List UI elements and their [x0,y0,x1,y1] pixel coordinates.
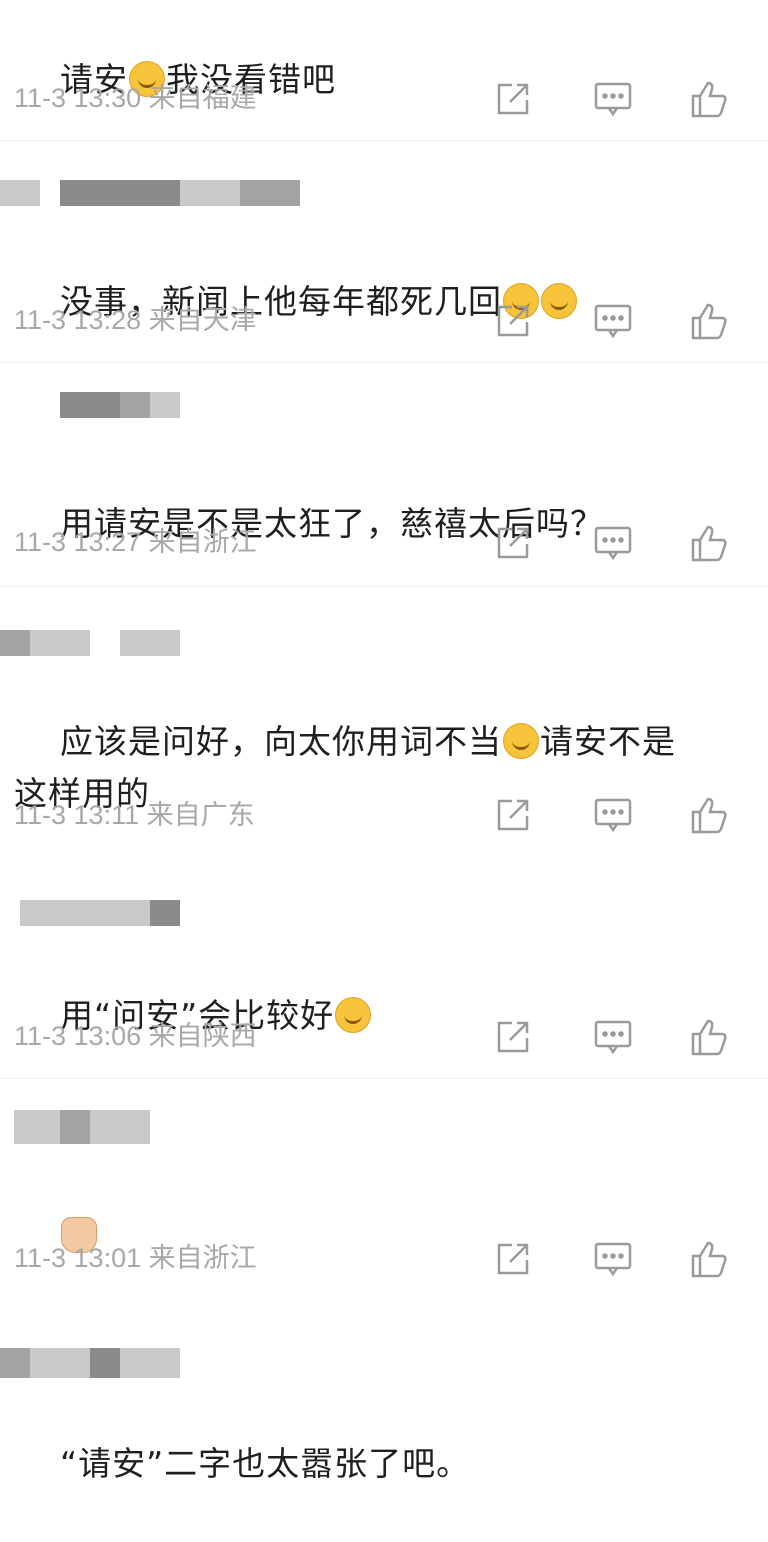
crying-face-emoji-icon [502,723,539,759]
comment-meta: 11-3 13:30 来自福建 [14,78,257,118]
blurred-username [0,180,300,206]
comment-meta: 11-3 13:06 来自陕西 [14,1016,257,1056]
comment-actions [300,792,727,842]
divider [0,140,768,141]
comment-actions [300,520,727,570]
thumbs-up-icon[interactable] [686,298,732,344]
comment-location: 来自福建 [148,83,257,113]
comment-icon[interactable] [590,520,636,566]
share-icon[interactable] [490,1236,536,1282]
comment-location: 来自浙江 [148,527,257,557]
comment-time: 11-3 13:01 [14,1243,142,1273]
comment-location: 来自陕西 [148,1021,257,1051]
comment-actions [300,76,727,126]
comment-icon[interactable] [590,792,636,838]
thumbs-up-icon[interactable] [686,792,732,838]
share-icon[interactable] [490,520,536,566]
blurred-username [0,1110,300,1144]
divider [0,362,768,363]
thumbs-up-icon[interactable] [686,76,732,122]
comment-actions [300,1014,727,1064]
divider [0,586,768,587]
comment-meta: 11-3 13:01 来自浙江 [14,1238,257,1278]
share-icon[interactable] [490,76,536,122]
comment-icon[interactable] [590,1236,636,1282]
comment-location: 来自广东 [146,800,255,830]
comment-text: “请安”二字也太嚣张了吧。 [14,1386,734,1542]
share-icon[interactable] [490,792,536,838]
comment-text-part: “请安”二字也太嚣张了吧。 [59,1444,471,1483]
share-icon[interactable] [490,298,536,344]
comment-location: 来自天津 [148,305,257,335]
blurred-username [0,900,300,926]
comment-text-part: 应该是问好，向太你用词不当 [59,722,502,761]
share-icon[interactable] [490,1014,536,1060]
comment-location: 来自浙江 [148,1243,257,1273]
thumbs-up-icon[interactable] [686,520,732,566]
comment-time: 11-3 13:27 [14,527,142,557]
comment-time: 11-3 13:28 [14,305,142,335]
comment-time: 11-3 13:30 [14,83,142,113]
comment-icon[interactable] [590,76,636,122]
blurred-username [0,630,300,656]
comment-icon[interactable] [590,1014,636,1060]
comment-icon[interactable] [590,298,636,344]
thumbs-up-icon[interactable] [686,1014,732,1060]
comment-meta: 11-3 13:27 来自浙江 [14,522,257,562]
comment-meta: 11-3 13:11 来自广东 [14,795,255,835]
comment-time: 11-3 13:11 [14,800,140,830]
comment-time: 11-3 13:06 [14,1021,142,1051]
comment-text-part: 请安不是 [539,722,676,761]
divider [0,1078,768,1079]
comment-actions [300,298,727,348]
blurred-username [0,1348,300,1378]
comment-meta: 11-3 13:28 来自天津 [14,300,257,340]
comment-actions [300,1236,727,1286]
thumbs-up-icon[interactable] [686,1236,732,1282]
blurred-username [0,392,300,418]
